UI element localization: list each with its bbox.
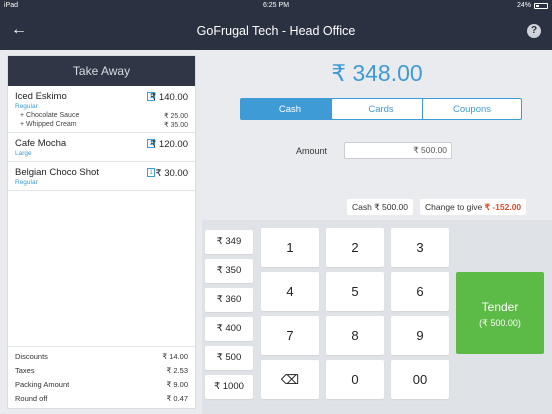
battery-status: 24% <box>517 2 548 9</box>
totals-label: Taxes <box>15 366 35 375</box>
quick-amount-button[interactable]: ₹ 400 <box>205 317 253 341</box>
order-type-button[interactable]: Take Away <box>8 56 195 86</box>
keypad-key[interactable]: 0 <box>326 360 384 399</box>
keypad-key[interactable]: 4 <box>261 272 319 311</box>
payment-panel: ₹ 348.00 Cash Cards Coupons Amount ₹ 500… <box>202 50 552 414</box>
battery-percent: 24% <box>516 2 531 9</box>
totals-row: Round off ₹ 0.47 <box>15 392 188 406</box>
quick-amount-button[interactable]: ₹ 1000 <box>205 375 253 399</box>
keypad-key[interactable]: 8 <box>326 316 384 355</box>
help-icon[interactable]: ? <box>527 24 541 38</box>
keypad-key[interactable]: 3 <box>391 228 449 267</box>
addon-price: ₹ 25.00 <box>164 113 188 120</box>
change-value: ₹ -152.00 <box>484 202 522 212</box>
totals-row: Discounts ₹ 14.00 <box>15 350 188 364</box>
totals-value: ₹ 14.00 <box>162 352 188 361</box>
cash-summary: Cash ₹ 500.00 <box>347 199 413 215</box>
quick-amount-button[interactable]: ₹ 500 <box>205 346 253 370</box>
order-item[interactable]: Cafe Mocha Large 1 ₹ 120.00 <box>8 133 195 162</box>
totals-label: Discounts <box>15 352 48 361</box>
total-amount: ₹ 348.00 <box>331 60 423 86</box>
tab-cash[interactable]: Cash <box>240 98 340 120</box>
quick-amount-button[interactable]: ₹ 349 <box>205 230 253 254</box>
clock: 6:25 PM <box>262 2 290 9</box>
keypad-key[interactable]: 5 <box>326 272 384 311</box>
page-title: GoFrugal Tech - Head Office <box>196 24 356 38</box>
order-item[interactable]: Iced Eskimo Regular 1 ₹ 140.00 + Chocola… <box>8 86 195 133</box>
keypad-key[interactable]: 2 <box>326 228 384 267</box>
tab-coupons[interactable]: Coupons <box>422 98 522 120</box>
addon-name: + Whipped Cream <box>20 121 77 128</box>
addon-price: ₹ 35.00 <box>164 122 188 129</box>
backspace-icon[interactable]: ⌫ <box>261 360 319 399</box>
cash-summary-value: ₹ 500.00 <box>374 202 408 212</box>
tender-button[interactable]: Tender (₹ 500.00) <box>456 272 544 354</box>
amount-input[interactable]: ₹ 500.00 <box>344 142 452 159</box>
item-variant: Large <box>15 150 32 157</box>
change-summary: Change to give ₹ -152.00 <box>420 199 527 215</box>
order-panel: Take Away Iced Eskimo Regular 1 ₹ 140.00… <box>7 55 196 409</box>
item-addon: + Whipped Cream ₹ 35.00 <box>15 121 188 129</box>
order-item[interactable]: Belgian Choco Shot Regular 1 ₹ 30.00 <box>8 162 195 191</box>
quick-amount-button[interactable]: ₹ 350 <box>205 259 253 283</box>
item-variant: Regular <box>15 103 38 110</box>
top-nav: ← GoFrugal Tech - Head Office ? <box>0 12 552 50</box>
addon-name: + Chocolate Sauce <box>20 112 80 119</box>
item-addon: + Chocolate Sauce ₹ 25.00 <box>15 112 188 120</box>
item-qty-badge: 1 <box>147 168 155 177</box>
totals-value: ₹ 9.00 <box>166 380 188 389</box>
quick-amount-button[interactable]: ₹ 360 <box>205 288 253 312</box>
keypad-key[interactable]: 7 <box>261 316 319 355</box>
order-totals: Discounts ₹ 14.00 Taxes ₹ 2.53 Packing A… <box>8 346 195 408</box>
tender-amount: (₹ 500.00) <box>479 318 521 328</box>
totals-row: Packing Amount ₹ 9.00 <box>15 378 188 392</box>
item-variant: Regular <box>15 179 38 186</box>
item-price: ₹ 120.00 <box>150 139 188 150</box>
keypad-key[interactable]: 00 <box>391 360 449 399</box>
amount-label: Amount <box>296 146 328 156</box>
change-label: Change to give <box>425 202 483 212</box>
item-price: ₹ 140.00 <box>150 92 188 103</box>
totals-row: Taxes ₹ 2.53 <box>15 364 188 378</box>
totals-value: ₹ 0.47 <box>166 394 188 403</box>
keypad-key[interactable]: 1 <box>261 228 319 267</box>
totals-label: Packing Amount <box>15 380 70 389</box>
keypad-key[interactable]: 6 <box>391 272 449 311</box>
tender-label: Tender <box>481 300 519 314</box>
tab-cards[interactable]: Cards <box>331 98 431 120</box>
cash-summary-label: Cash <box>352 202 372 212</box>
status-bar: iPad 6:25 PM 24% <box>0 0 552 12</box>
battery-icon <box>534 2 548 9</box>
keypad-key[interactable]: 9 <box>391 316 449 355</box>
totals-value: ₹ 2.53 <box>166 366 188 375</box>
totals-label: Round off <box>15 394 48 403</box>
item-price: ₹ 30.00 <box>155 168 188 179</box>
